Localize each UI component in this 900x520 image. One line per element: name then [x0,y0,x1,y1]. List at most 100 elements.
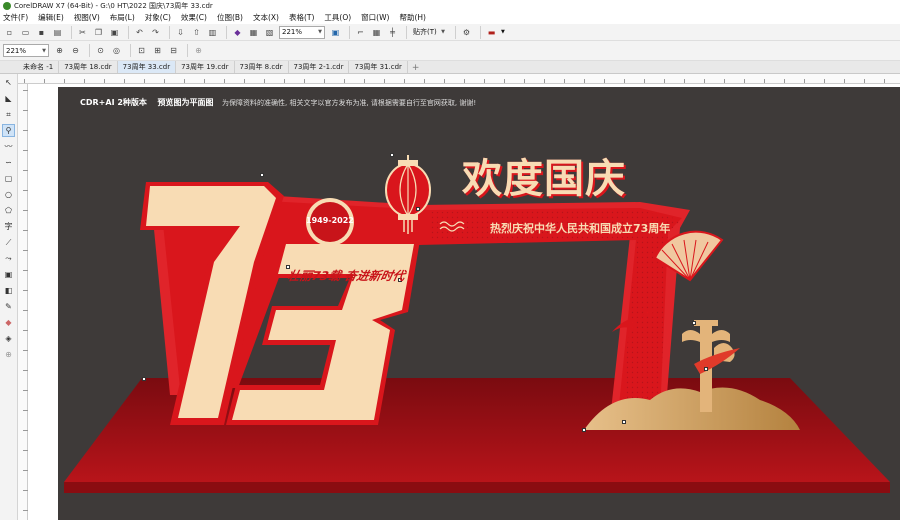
show-rulers-icon[interactable]: ⌐ [354,26,367,39]
open-icon[interactable]: ▭ [19,26,32,39]
tab-73-18[interactable]: 73周年 18.cdr [59,61,118,73]
pick-tool-icon[interactable]: ↖ [2,76,15,89]
chevron-down-icon: ▼ [318,29,322,35]
chevron-down-icon[interactable]: ▼ [501,29,505,35]
coreldraw-logo-icon [3,1,11,10]
add-tool-icon[interactable]: ⊕ [2,348,15,361]
tab-73-33[interactable]: 73周年 33.cdr [117,61,177,73]
selection-handle[interactable] [142,377,146,381]
interactive-fill-icon[interactable]: ◆ [2,316,15,329]
festival-title: 欢度国庆 [462,156,626,202]
menu-object[interactable]: 对象(C) [145,12,171,23]
header-preview: 预览图为平面图 [157,98,214,107]
undo-icon[interactable]: ↶ [133,26,146,39]
zoom-out-icon[interactable]: ⊖ [69,44,82,57]
toolbar-separator [187,44,188,57]
menu-effects[interactable]: 效果(C) [181,12,207,23]
zoom-to-height-icon[interactable]: ⊟ [167,44,180,57]
shape-tool-icon[interactable]: ◣ [2,92,15,105]
copy-icon[interactable]: ❐ [92,26,105,39]
menu-file[interactable]: 文件(F) [3,12,28,23]
artistic-media-icon[interactable]: ∽ [2,156,15,169]
toolbar-separator [480,25,481,39]
selection-handle[interactable] [416,207,420,211]
header-version: CDR+AI 2种版本 [80,98,147,107]
toolbar-separator [455,25,456,39]
selection-handle[interactable] [260,173,264,177]
selection-handle[interactable] [692,321,696,325]
zoom-in-icon[interactable]: ⊕ [53,44,66,57]
export-icon[interactable]: ⇧ [190,26,203,39]
horizontal-ruler[interactable] [18,74,900,84]
design-header: CDR+AI 2种版本 预览图为平面图 为保障资料的准确性, 相关文字以官方发布… [80,97,476,108]
parallel-dimension-icon[interactable]: ⟋ [2,236,15,249]
zoom-to-width-icon[interactable]: ⊞ [151,44,164,57]
menu-view[interactable]: 视图(V) [74,12,100,23]
launcher-icon[interactable]: ▬ [485,26,498,39]
menu-table[interactable]: 表格(T) [289,12,314,23]
selection-handle[interactable] [704,367,708,371]
tab-untitled[interactable]: 未命名 -1 [18,61,60,73]
menu-bar: 文件(F) 编辑(E) 视图(V) 布局(L) 对象(C) 效果(C) 位图(B… [0,11,900,24]
connector-tool-icon[interactable]: ⤳ [2,252,15,265]
selection-handle[interactable] [622,420,626,424]
tab-73-8[interactable]: 73周年 8.cdr [235,61,289,73]
menu-text[interactable]: 文本(X) [253,12,279,23]
menu-tools[interactable]: 工具(O) [324,12,351,23]
import-icon[interactable]: ⇩ [174,26,187,39]
publish-pdf-icon[interactable]: ▥ [206,26,219,39]
menu-help[interactable]: 帮助(H) [399,12,426,23]
menu-window[interactable]: 窗口(W) [361,12,389,23]
zoom-to-selected-icon[interactable]: ⊙ [94,44,107,57]
zoom-tool-icon[interactable]: ⚲ [2,124,15,137]
selection-handle[interactable] [582,428,586,432]
print-icon[interactable]: ▤ [51,26,64,39]
menu-bitmaps[interactable]: 位图(B) [217,12,243,23]
ellipse-tool-icon[interactable]: ○ [2,188,15,201]
add-tab-icon[interactable]: + [408,63,424,73]
redo-icon[interactable]: ↷ [149,26,162,39]
header-note: 为保障资料的准确性, 相关文字以官方发布为准, 请根据需要自行至官网获取, 谢谢… [222,99,477,107]
snap-to-dropdown[interactable]: 贴齐(T) ▼ [411,26,447,39]
smart-fill-icon[interactable]: ◈ [2,332,15,345]
huabiao-cap [694,320,718,326]
polygon-tool-icon[interactable]: ⬠ [2,204,15,217]
tab-73-19[interactable]: 73周年 19.cdr [176,61,235,73]
festival-subtitle: 热烈庆祝中华人民共和国成立73周年 [490,222,671,235]
cut-icon[interactable]: ✂ [76,26,89,39]
vertical-ruler[interactable] [18,84,28,520]
rectangle-tool-icon[interactable]: ▢ [2,172,15,185]
show-guidelines-icon[interactable]: ╪ [386,26,399,39]
tab-73-31[interactable]: 73周年 31.cdr [349,61,408,73]
window-title: CorelDRAW X7 (64-Bit) - G:\0 HT\2022 国庆\… [14,1,213,10]
color-eyedropper-icon[interactable]: ✎ [2,300,15,313]
freehand-tool-icon[interactable]: 〰 [2,140,15,153]
full-screen-icon[interactable]: ▣ [329,26,342,39]
text-tool-icon[interactable]: 字 [2,220,15,233]
tab-73-2-1[interactable]: 73周年 2-1.cdr [289,61,350,73]
show-grid-icon[interactable]: ▦ [370,26,383,39]
paste-icon[interactable]: ▣ [108,26,121,39]
toolbar-separator [226,25,227,39]
property-zoom-value: 221% [6,46,27,55]
toolbar-separator [128,25,129,39]
new-document-icon[interactable]: ▫ [3,26,16,39]
year-badge-text: 1949-2022 [306,216,354,225]
zoom-to-page-icon[interactable]: ⊡ [135,44,148,57]
selection-handle[interactable] [390,153,394,157]
crop-tool-icon[interactable]: ⌗ [2,108,15,121]
corel-connect-icon[interactable]: ▦ [247,26,260,39]
property-zoom-combo[interactable]: 221% ▼ [3,44,49,57]
zoom-to-all-objects-icon[interactable]: ◎ [110,44,123,57]
zoom-level-combo[interactable]: 221% ▼ [279,25,325,39]
menu-layout[interactable]: 布局(L) [110,12,135,23]
options-icon[interactable]: ⚙ [460,26,473,39]
save-icon[interactable]: ▪ [35,26,48,39]
application-launcher-icon[interactable]: ◆ [231,26,244,39]
add-preset-icon[interactable]: ⊕ [192,44,205,57]
welcome-screen-icon[interactable]: ▧ [263,26,276,39]
transparency-tool-icon[interactable]: ◧ [2,284,15,297]
coreldraw-window: CorelDRAW X7 (64-Bit) - G:\0 HT\2022 国庆\… [0,0,900,520]
drop-shadow-icon[interactable]: ▣ [2,268,15,281]
menu-edit[interactable]: 编辑(E) [38,12,64,23]
